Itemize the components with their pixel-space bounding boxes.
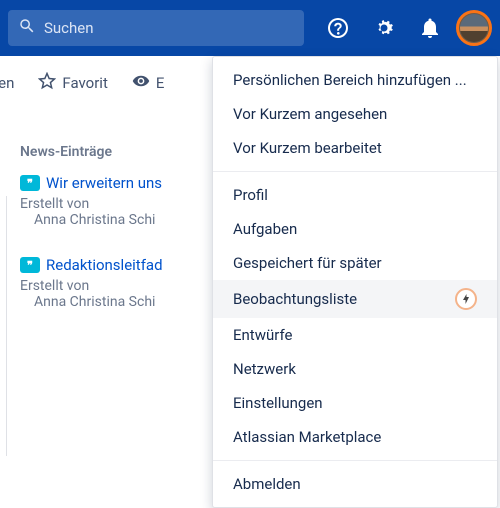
news-item: ❞ Wir erweitern uns Erstellt von Anna Ch… — [20, 174, 164, 228]
star-icon — [38, 72, 56, 94]
favorite-action[interactable]: Favorit — [38, 72, 107, 94]
search-input[interactable] — [44, 19, 294, 37]
edit-action[interactable]: arbeiten — [0, 74, 14, 92]
menu-divider — [213, 171, 497, 172]
content-area: News-Einträge ❞ Wir erweitern uns Erstel… — [0, 110, 164, 310]
menu-divider — [213, 460, 497, 461]
news-author: Anna Christina Schi — [34, 294, 164, 310]
news-item: ❞ Redaktionsleitfad Erstellt von Anna Ch… — [20, 256, 164, 310]
menu-profile[interactable]: Profil — [213, 178, 497, 212]
eye-icon — [132, 72, 150, 94]
search-field[interactable] — [8, 10, 304, 46]
user-menu: Persönlichen Bereich hinzufügen ... Vor … — [212, 56, 498, 508]
quote-icon: ❞ — [20, 257, 40, 273]
created-by-label: Erstellt von — [20, 196, 164, 212]
page-toolbar: arbeiten Favorit E — [0, 56, 164, 110]
created-by-label: Erstellt von — [20, 278, 164, 294]
search-icon — [18, 17, 36, 39]
menu-watchlist-label: Beobachtungsliste — [233, 290, 357, 308]
watch-label: E — [156, 74, 165, 92]
menu-watchlist[interactable]: Beobachtungsliste — [213, 280, 497, 318]
avatar-image — [460, 14, 488, 42]
edit-label: arbeiten — [0, 74, 14, 92]
user-avatar[interactable] — [456, 10, 492, 46]
watch-action[interactable]: E — [132, 72, 165, 94]
topbar — [0, 0, 500, 56]
news-author: Anna Christina Schi — [34, 212, 164, 228]
help-button[interactable] — [318, 8, 358, 48]
menu-saved-for-later[interactable]: Gespeichert für später — [213, 246, 497, 280]
cursor-icon — [455, 288, 477, 310]
menu-drafts[interactable]: Entwürfe — [213, 318, 497, 352]
menu-network[interactable]: Netzwerk — [213, 352, 497, 386]
notifications-button[interactable] — [410, 8, 450, 48]
menu-add-personal-space[interactable]: Persönlichen Bereich hinzufügen ... — [213, 63, 497, 97]
menu-recently-edited[interactable]: Vor Kurzem bearbeitet — [213, 131, 497, 165]
settings-button[interactable] — [364, 8, 404, 48]
menu-recently-viewed[interactable]: Vor Kurzem angesehen — [213, 97, 497, 131]
menu-logout[interactable]: Abmelden — [213, 467, 497, 501]
menu-marketplace[interactable]: Atlassian Marketplace — [213, 420, 497, 454]
menu-tasks[interactable]: Aufgaben — [213, 212, 497, 246]
menu-settings[interactable]: Einstellungen — [213, 386, 497, 420]
news-heading: News-Einträge — [20, 144, 164, 160]
news-link[interactable]: Redaktionsleitfad — [46, 256, 163, 274]
favorite-label: Favorit — [62, 74, 107, 92]
quote-icon: ❞ — [20, 175, 40, 191]
news-link[interactable]: Wir erweitern uns — [46, 174, 162, 192]
